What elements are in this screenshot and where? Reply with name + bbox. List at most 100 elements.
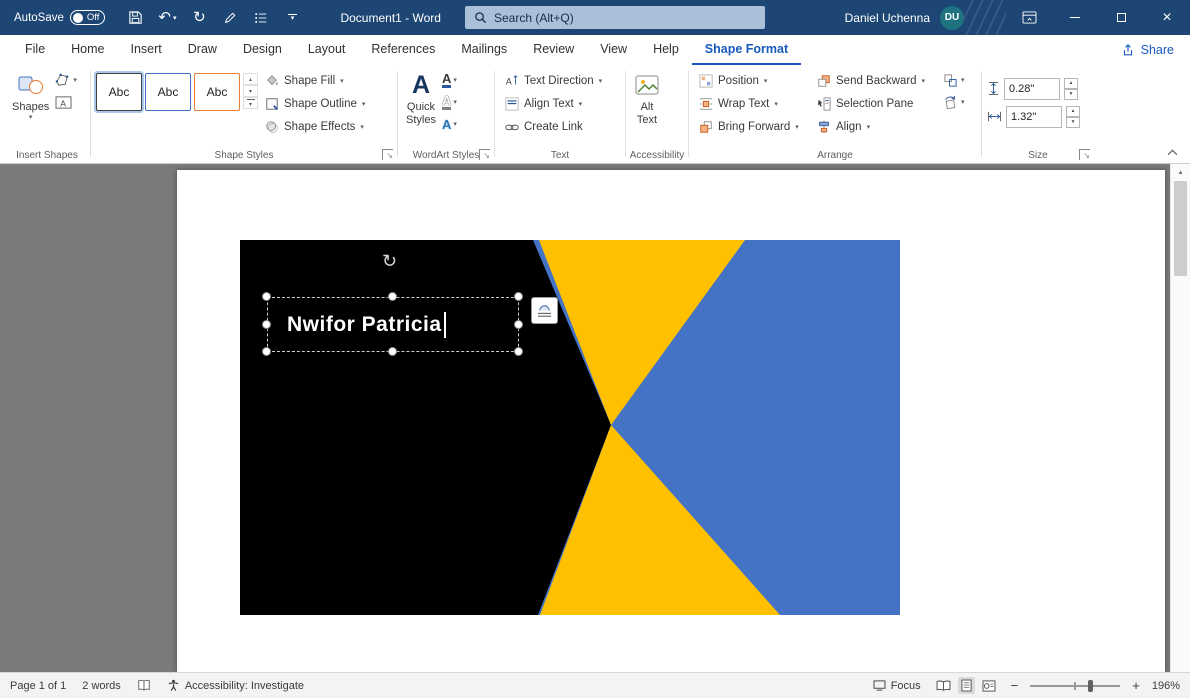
bring-forward-button[interactable]: Bring Forward ▾ bbox=[694, 115, 812, 138]
tab-draw[interactable]: Draw bbox=[175, 35, 230, 65]
width-increase-icon[interactable]: ▴ bbox=[1066, 105, 1080, 117]
shape-height-input[interactable] bbox=[1004, 77, 1060, 100]
gallery-scroll-up-icon[interactable]: ▴ bbox=[243, 73, 258, 85]
gallery-more-icon[interactable]: ▾ bbox=[243, 97, 258, 109]
selection-handle-middle-left[interactable] bbox=[262, 320, 271, 329]
tab-view[interactable]: View bbox=[587, 35, 640, 65]
focus-button[interactable]: Focus bbox=[873, 680, 921, 692]
autosave-toggle[interactable]: AutoSave Off bbox=[14, 10, 106, 25]
tab-layout[interactable]: Layout bbox=[295, 35, 359, 65]
shape-style-preset-3[interactable]: Abc bbox=[194, 73, 240, 111]
tab-mailings[interactable]: Mailings bbox=[448, 35, 520, 65]
send-backward-button[interactable]: Send Backward ▾ bbox=[812, 69, 940, 92]
undo-dropdown-icon[interactable]: ▾ bbox=[173, 14, 177, 22]
zoom-in-icon[interactable]: + bbox=[1132, 678, 1140, 693]
share-button[interactable]: Share bbox=[1121, 38, 1174, 62]
shape-styles-dialog-launcher-icon[interactable]: ↘ bbox=[382, 149, 393, 160]
bullet-list-icon[interactable] bbox=[253, 9, 269, 27]
height-decrease-icon[interactable]: ▾ bbox=[1064, 88, 1078, 100]
group-objects-button[interactable]: ▾ bbox=[940, 69, 974, 91]
align-objects-button[interactable]: Align ▾ bbox=[812, 115, 940, 138]
scrollbar-up-icon[interactable]: ▴ bbox=[1171, 164, 1190, 180]
shape-fill-button[interactable]: Shape Fill ▾ bbox=[260, 69, 370, 92]
text-direction-button[interactable]: A Text Direction ▾ bbox=[500, 69, 607, 92]
vertical-scrollbar[interactable]: ▴ bbox=[1170, 164, 1190, 672]
accessibility-status[interactable]: Accessibility: Investigate bbox=[167, 679, 304, 692]
maximize-button[interactable] bbox=[1098, 0, 1144, 35]
redo-icon[interactable]: ↻ bbox=[191, 9, 207, 27]
edit-shape-button[interactable]: ▾ bbox=[52, 69, 80, 91]
tab-references[interactable]: References bbox=[358, 35, 448, 65]
rotate-objects-button[interactable]: ▾ bbox=[940, 91, 974, 113]
wordart-text[interactable]: Nwifor Patricia bbox=[287, 313, 442, 337]
selection-handle-top-right[interactable] bbox=[514, 292, 523, 301]
tab-home[interactable]: Home bbox=[58, 35, 117, 65]
position-button[interactable]: Position ▾ bbox=[694, 69, 812, 92]
zoom-out-icon[interactable]: − bbox=[1011, 678, 1019, 693]
zoom-slider-thumb[interactable] bbox=[1088, 679, 1094, 692]
text-effects-button[interactable]: A ▾ bbox=[439, 113, 460, 135]
quick-styles-button[interactable]: A Quick Styles bbox=[403, 67, 439, 129]
web-layout-button[interactable] bbox=[979, 678, 999, 694]
selection-handle-bottom-left[interactable] bbox=[262, 347, 271, 356]
shapes-button[interactable]: Shapes ▾ bbox=[9, 67, 52, 125]
selection-handle-top-center[interactable] bbox=[388, 292, 397, 301]
align-text-button[interactable]: Align Text ▾ bbox=[500, 92, 607, 115]
zoom-level[interactable]: 196% bbox=[1152, 680, 1180, 692]
document-page[interactable]: ↻ Nwifor Patricia bbox=[177, 170, 1165, 672]
selection-handle-top-left[interactable] bbox=[262, 292, 271, 301]
selection-handle-bottom-right[interactable] bbox=[514, 347, 523, 356]
selection-handle-middle-right[interactable] bbox=[514, 320, 523, 329]
collapse-ribbon-button[interactable] bbox=[1162, 145, 1182, 160]
shape-effects-button[interactable]: Shape Effects ▾ bbox=[260, 115, 370, 138]
minimize-button[interactable] bbox=[1052, 0, 1098, 35]
tab-file[interactable]: File bbox=[12, 35, 58, 65]
selection-pane-button[interactable]: Selection Pane bbox=[812, 92, 940, 115]
rotate-handle[interactable]: ↻ bbox=[382, 252, 397, 270]
tab-design[interactable]: Design bbox=[230, 35, 295, 65]
create-link-icon bbox=[505, 124, 519, 130]
layout-options-button[interactable] bbox=[531, 297, 558, 324]
search-input[interactable] bbox=[494, 10, 756, 25]
word-count[interactable]: 2 words bbox=[82, 680, 121, 692]
search-box[interactable] bbox=[465, 6, 765, 29]
undo-icon[interactable]: ↶ ▾ bbox=[158, 9, 176, 27]
selection-handle-bottom-center[interactable] bbox=[388, 347, 397, 356]
editor-pen-icon[interactable] bbox=[222, 9, 238, 27]
shape-outline-button[interactable]: Shape Outline ▾ bbox=[260, 92, 370, 115]
gallery-scroll-down-icon[interactable]: ▾ bbox=[243, 85, 258, 97]
width-decrease-icon[interactable]: ▾ bbox=[1066, 116, 1080, 128]
shape-style-preset-1[interactable]: Abc bbox=[96, 73, 142, 111]
zoom-slider[interactable] bbox=[1030, 679, 1121, 693]
proofing-errors-button[interactable] bbox=[137, 679, 151, 692]
text-fill-button[interactable]: A ▾ bbox=[439, 69, 460, 91]
page-indicator[interactable]: Page 1 of 1 bbox=[10, 680, 66, 692]
customize-quick-access-icon[interactable]: ▾ bbox=[284, 9, 300, 27]
business-card-shape[interactable]: ↻ Nwifor Patricia bbox=[240, 240, 900, 615]
alt-text-button[interactable]: Alt Text bbox=[631, 67, 663, 129]
wrap-text-button[interactable]: Wrap Text ▾ bbox=[694, 92, 812, 115]
wordart-textbox[interactable]: Nwifor Patricia bbox=[267, 297, 519, 352]
shape-style-preset-2[interactable]: Abc bbox=[145, 73, 191, 111]
tab-help[interactable]: Help bbox=[640, 35, 692, 65]
tab-insert[interactable]: Insert bbox=[118, 35, 175, 65]
save-icon[interactable] bbox=[127, 9, 143, 27]
autosave-switch[interactable]: Off bbox=[69, 10, 106, 25]
close-button[interactable]: × bbox=[1144, 0, 1190, 35]
text-direction-icon: A bbox=[506, 74, 518, 86]
wordart-styles-dialog-launcher-icon[interactable]: ↘ bbox=[479, 149, 490, 160]
scrollbar-thumb[interactable] bbox=[1174, 181, 1187, 276]
height-increase-icon[interactable]: ▴ bbox=[1064, 77, 1078, 89]
draw-text-box-button[interactable]: A bbox=[52, 91, 80, 113]
tab-shape-format[interactable]: Shape Format bbox=[691, 35, 802, 65]
read-mode-button[interactable] bbox=[933, 678, 954, 694]
avatar[interactable]: DU bbox=[940, 5, 964, 30]
text-outline-button[interactable]: A ▾ bbox=[439, 91, 460, 113]
shape-width-input[interactable] bbox=[1006, 105, 1062, 128]
size-dialog-launcher-icon[interactable]: ↘ bbox=[1079, 149, 1090, 160]
create-link-button[interactable]: Create Link bbox=[500, 115, 607, 138]
tab-review[interactable]: Review bbox=[520, 35, 587, 65]
ribbon-display-options-icon[interactable] bbox=[1006, 0, 1052, 35]
document-area[interactable]: ↻ Nwifor Patricia ▴ bbox=[0, 164, 1190, 672]
print-layout-button[interactable] bbox=[957, 677, 975, 694]
